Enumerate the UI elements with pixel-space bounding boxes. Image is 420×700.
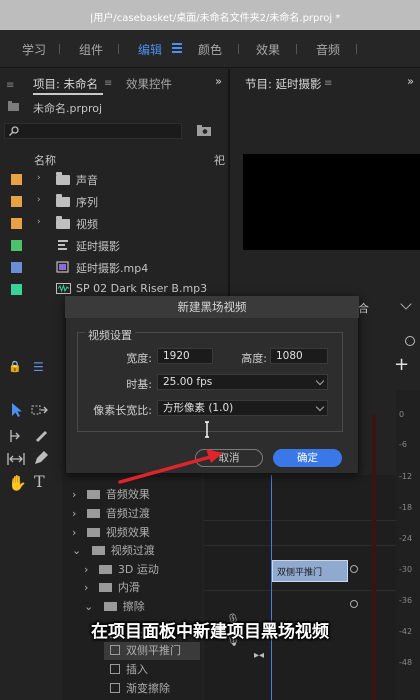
annotation-arrow-icon	[118, 449, 223, 484]
subtitle-caption: 在项目面板中新建项目黑场视频	[91, 622, 329, 642]
